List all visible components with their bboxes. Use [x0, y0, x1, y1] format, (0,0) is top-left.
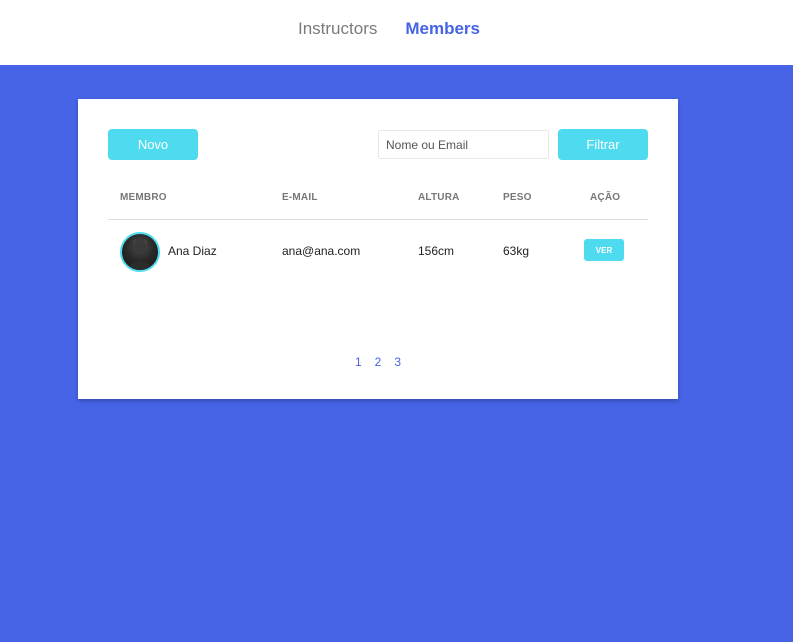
column-header-action: AÇÃO [590, 192, 621, 203]
column-header-member: MEMBRO [120, 192, 167, 203]
search-input[interactable] [378, 130, 549, 159]
main-nav: Instructors Members [298, 19, 480, 39]
column-header-height: ALTURA [418, 192, 460, 203]
column-header-weight: PESO [503, 192, 532, 203]
table-header-divider [108, 219, 648, 220]
member-height: 156cm [418, 244, 455, 258]
avatar-silhouette-icon [128, 238, 152, 270]
column-header-email: E-MAIL [282, 192, 318, 203]
member-name: Ana Diaz [168, 244, 217, 258]
member-weight: 63kg [503, 244, 530, 258]
page-link-3[interactable]: 3 [394, 355, 401, 369]
member-email: ana@ana.com [282, 244, 361, 258]
pagination: 1 2 3 [78, 355, 678, 369]
nav-link-members[interactable]: Members [405, 19, 480, 39]
top-navbar: Instructors Members [0, 0, 793, 65]
page-link-2[interactable]: 2 [375, 355, 382, 369]
page-link-1[interactable]: 1 [355, 355, 362, 369]
new-member-button[interactable]: Novo [108, 129, 198, 160]
members-card: Novo Filtrar MEMBRO E-MAIL ALTURA PESO A… [78, 99, 678, 399]
user-avatar [120, 232, 160, 272]
filter-button[interactable]: Filtrar [558, 129, 648, 160]
nav-link-instructors[interactable]: Instructors [298, 19, 377, 39]
view-member-button[interactable]: VER [584, 239, 624, 261]
